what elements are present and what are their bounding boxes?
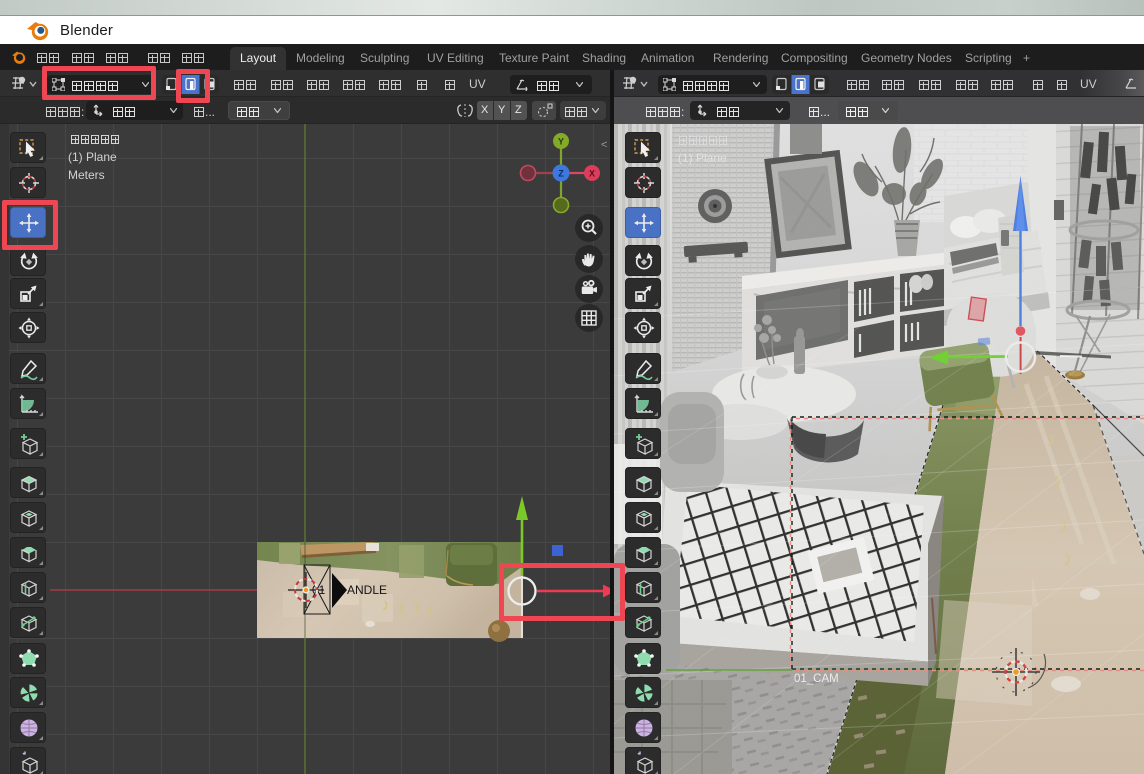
svg-text:Z: Z: [558, 169, 564, 179]
svg-text:<: <: [601, 139, 607, 151]
svg-text:Y: Y: [558, 137, 564, 147]
svg-text:X: X: [589, 169, 595, 179]
svg-text:ANDLE: ANDLE: [347, 583, 387, 597]
